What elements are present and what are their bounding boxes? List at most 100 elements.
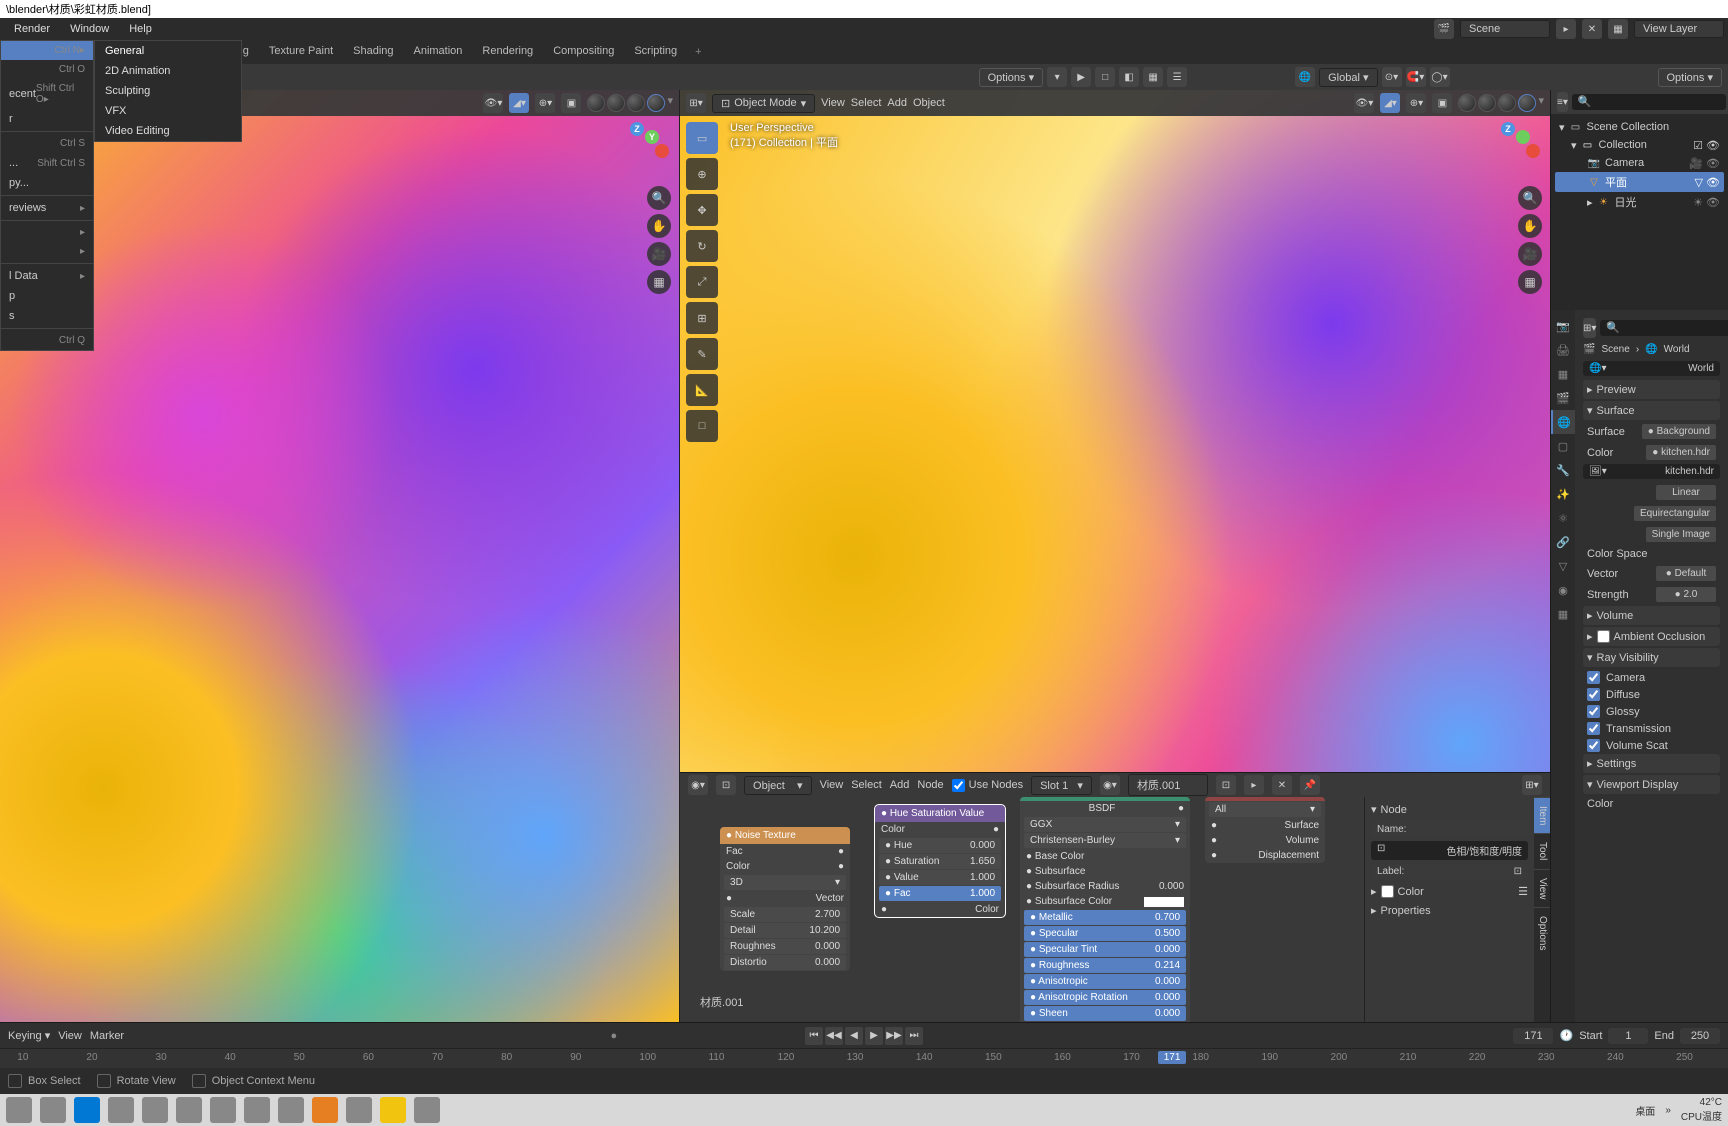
key-prev[interactable]: ◀◀ [825,1027,843,1045]
vp-menu-object[interactable]: Object [913,97,945,109]
np-tab-options[interactable]: Options [1534,907,1550,958]
vp-menu-add[interactable]: Add [887,97,907,109]
camera-icon[interactable]: 🎥 [647,242,671,266]
ne-obj-icon[interactable]: ⊡ [716,775,736,795]
new-2d[interactable]: 2D Animation [95,61,241,81]
node-hue-saturation[interactable]: ● Hue Saturation Value Color● ● Hue0.000… [875,805,1005,917]
shade-wire[interactable] [587,94,605,112]
sec-preview[interactable]: ▸ Preview [1583,380,1720,399]
sec-viewport[interactable]: ▾ Viewport Display [1583,775,1720,794]
persp-icon-r[interactable]: ▦ [1518,270,1542,294]
timeline-ruler[interactable]: 171 102030405060708090100110120130140150… [0,1048,1728,1068]
node-noise-texture[interactable]: ● Noise Texture Fac● Color● 3D▾ ●Vector … [720,827,850,971]
zoom-icon-r[interactable]: 🔍 [1518,186,1542,210]
shade-matprev-r[interactable] [1498,94,1516,112]
vp-vis-icon[interactable]: 👁▾ [483,93,503,113]
use-nodes-toggle[interactable]: Use Nodes [952,779,1023,792]
scene-del-icon[interactable]: ✕ [1582,19,1602,39]
ptab-viewlayer[interactable]: ▦ [1551,362,1575,386]
ol-light[interactable]: ▸☀日光☀ 👁 [1555,192,1724,212]
orientation-selector[interactable]: Global ▾ [1319,68,1377,87]
pf-equirect[interactable]: Equirectangular [1634,506,1716,521]
snap2-icon[interactable]: ◧ [1119,67,1139,87]
nav-gizmo-right[interactable]: Z [1486,122,1542,178]
pf-linear[interactable]: Linear [1656,485,1716,500]
sec-volume[interactable]: ▸ Volume [1583,606,1720,625]
jump-start[interactable]: ⏮ [805,1027,823,1045]
scene-selector[interactable]: Scene [1460,20,1550,38]
layer-icon[interactable]: ▦ [1608,19,1628,39]
mat-icon[interactable]: ◉▾ [1100,775,1120,795]
new-video[interactable]: Video Editing [95,121,241,141]
gizmo-y[interactable]: Y [645,130,659,144]
tb-app5[interactable] [142,1097,168,1123]
node-output[interactable]: All▾ ●Surface ●Volume ●Displacement [1205,797,1325,863]
tab-animation[interactable]: Animation [404,41,473,63]
menu-render[interactable]: Render [4,20,60,38]
file-menu-previews[interactable]: reviews▸ [1,198,93,218]
shade-rendered-r[interactable] [1518,94,1536,112]
ne-menu-node[interactable]: Node [917,779,943,791]
play-icon[interactable]: ▶ [1071,67,1091,87]
tool-rotate[interactable]: ↻ [686,230,718,262]
play-rev[interactable]: ◀ [845,1027,863,1045]
pan-icon-r[interactable]: ✋ [1518,214,1542,238]
file-menu-open[interactable]: Ctrl O [1,60,93,79]
file-menu-copy[interactable]: py... [1,173,93,193]
options-button[interactable]: Options ▾ [979,68,1044,87]
np-tab-view[interactable]: View [1534,869,1550,908]
tb-app1[interactable] [6,1097,32,1123]
zoom-icon[interactable]: 🔍 [647,186,671,210]
vp-gizmo-icon-r[interactable]: ◢▾ [1380,93,1400,113]
np-tab-item[interactable]: Item [1534,797,1550,833]
viewlayer-selector[interactable]: View Layer [1634,20,1724,38]
mode-selector[interactable]: ⊡ Object Mode ▾ [712,94,815,113]
ptab-world[interactable]: 🌐 [1551,410,1575,434]
ptab-data[interactable]: ▽ [1551,554,1575,578]
ptab-output[interactable]: 🖨 [1551,338,1575,362]
end-frame[interactable]: 250 [1680,1028,1720,1044]
vp-overlay-icon[interactable]: ⊕▾ [535,93,555,113]
ol-camera[interactable]: 📷Camera🎥 👁 [1555,154,1724,172]
tool-measure[interactable]: 📐 [686,374,718,406]
snap3-icon[interactable]: ▦ [1143,67,1163,87]
pan-icon[interactable]: ✋ [647,214,671,238]
mat-new-icon[interactable]: ▸ [1244,775,1264,795]
tool-annotate[interactable]: ✎ [686,338,718,370]
np-color[interactable]: Color [1398,886,1424,898]
node-principled-bsdf[interactable]: BSDF ● GGX▾ Christensen-Burley▾ ● Base C… [1020,797,1190,1022]
tb-app11[interactable] [346,1097,372,1123]
ptab-modifier[interactable]: 🔧 [1551,458,1575,482]
np-tab-tool[interactable]: Tool [1534,833,1550,868]
pf-single[interactable]: Single Image [1646,527,1716,542]
sec-ao[interactable]: ▸ Ambient Occlusion [1583,627,1720,646]
tb-app9[interactable] [278,1097,304,1123]
prop-edit-icon[interactable]: ◯▾ [1430,67,1450,87]
mat-del-icon[interactable]: ✕ [1272,775,1292,795]
file-menu-save[interactable]: Ctrl S [1,134,93,153]
sec-ray[interactable]: ▾ Ray Visibility [1583,648,1720,667]
tl-view[interactable]: View [58,1030,82,1042]
menu-help[interactable]: Help [119,20,162,38]
ptab-texture[interactable]: ▦ [1551,602,1575,626]
tab-shading[interactable]: Shading [343,41,403,63]
tb-app4[interactable] [108,1097,134,1123]
ol-plane[interactable]: ▽平面▽ 👁 [1555,172,1724,192]
viewport-left[interactable]: 👁▾ ◢▾ ⊕▾ ▣ ▾ Z Y 🔍 ✋ 🎥 [0,90,680,1022]
file-menu-quit[interactable]: Ctrl Q [1,331,93,350]
tool-transform[interactable]: ⊞ [686,302,718,334]
tb-chrome[interactable] [414,1097,440,1123]
pivot-icon[interactable]: ⊙▾ [1382,67,1402,87]
vp-gizmo-icon[interactable]: ◢▾ [509,93,529,113]
new-general[interactable]: General [95,41,241,61]
sec-settings[interactable]: ▸ Settings [1583,754,1720,773]
orient-icon[interactable]: 🌐 [1295,67,1315,87]
nav-gizmo-left[interactable]: Z Y [615,122,671,178]
tab-rendering[interactable]: Rendering [472,41,543,63]
snap4-icon[interactable]: ☰ [1167,67,1187,87]
editor-type-icon[interactable]: ⊞▾ [686,93,706,113]
file-menu-externaldata[interactable]: l Data▸ [1,266,93,286]
ne-opt-icon[interactable]: ⊞▾ [1522,775,1542,795]
file-menu-cleanup[interactable]: p [1,286,93,306]
shade-matprev[interactable] [627,94,645,112]
